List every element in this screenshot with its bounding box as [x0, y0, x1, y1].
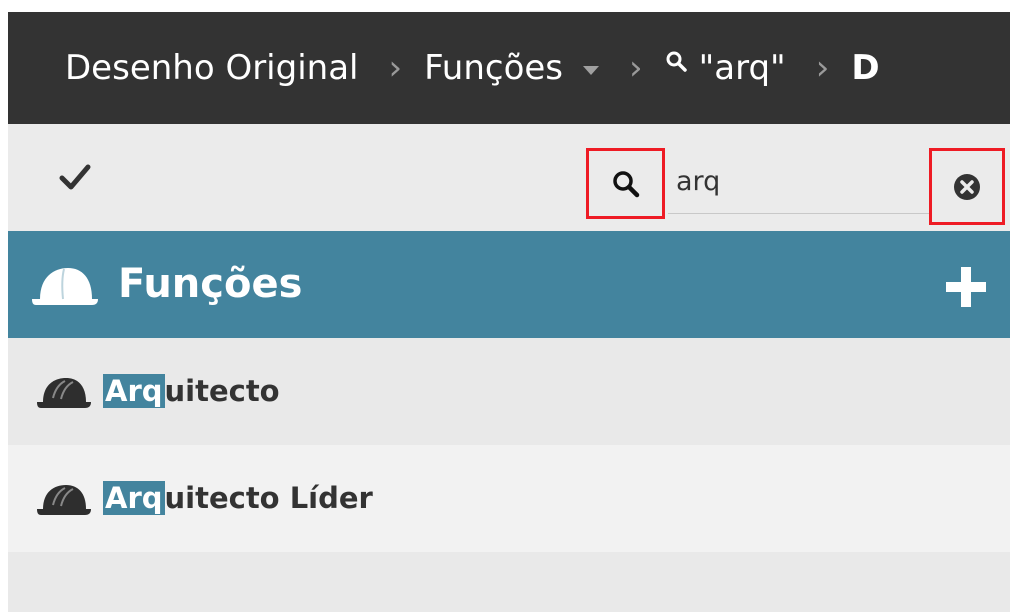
section-title: Funções: [118, 261, 303, 307]
search-match-highlight: Arq: [103, 481, 165, 515]
list-item-label: Arquitecto Líder: [103, 475, 373, 521]
list-item[interactable]: Arquitecto: [8, 338, 1010, 445]
breadcrumb-item-current[interactable]: D: [851, 48, 879, 88]
breadcrumb: Desenho Original › Funções › "arq" › D: [8, 12, 1010, 124]
chevron-down-icon[interactable]: [583, 65, 600, 75]
breadcrumb-separator-icon: ›: [815, 48, 830, 88]
list-empty-row: [8, 552, 1010, 612]
breadcrumb-separator-icon: ›: [629, 48, 643, 88]
hard-hat-icon: [32, 268, 98, 305]
breadcrumb-label: "arq": [698, 48, 786, 88]
breadcrumb-item-funcoes[interactable]: Funções: [424, 48, 600, 88]
search-button[interactable]: [586, 148, 665, 219]
list-item-label-rest: uitecto Líder: [164, 481, 373, 515]
clear-circle-icon: [954, 173, 980, 200]
search-match-highlight: Arq: [103, 374, 165, 408]
clear-search-button[interactable]: [929, 148, 1005, 225]
app-frame: Desenho Original › Funções › "arq" › D a…: [8, 12, 1010, 612]
breadcrumb-separator-icon: ›: [388, 48, 403, 88]
search-icon: [666, 51, 687, 72]
plus-icon[interactable]: [944, 265, 988, 309]
search-icon: [612, 170, 639, 197]
breadcrumb-label: D: [851, 48, 880, 88]
check-icon[interactable]: [58, 162, 92, 192]
toolbar: [8, 124, 1010, 231]
search-input[interactable]: [668, 150, 930, 214]
hard-hat-icon: [37, 485, 91, 515]
list-item[interactable]: Arquitecto Líder: [8, 445, 1010, 552]
section-header: Funções: [8, 231, 1010, 338]
breadcrumb-item-search[interactable]: "arq": [665, 48, 786, 88]
list-item-label: Arquitecto: [103, 368, 280, 414]
list-item-label-rest: uitecto: [164, 374, 280, 408]
breadcrumb-item-desenho-original[interactable]: Desenho Original: [65, 48, 358, 88]
breadcrumb-label: Desenho Original: [65, 48, 359, 88]
breadcrumb-label: Funções: [424, 48, 564, 88]
hard-hat-icon: [37, 378, 91, 408]
